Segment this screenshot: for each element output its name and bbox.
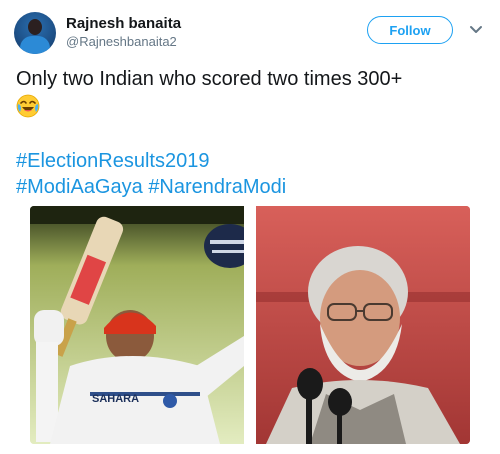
media-image-left[interactable]: SAHARA [30,206,244,444]
jersey-text: SAHARA [92,393,139,405]
face-with-tears-of-joy-icon [16,94,40,125]
hashtag-narendra-modi[interactable]: #NarendraModi [148,176,286,198]
avatar-head [28,19,42,35]
follow-button-label: Follow [389,22,431,38]
tweet-card: Rajnesh banaita @Rajneshbanaita2 Follow … [0,0,500,454]
speaker-illustration [256,206,470,444]
user-handle[interactable]: @Rajneshbanaita2 [66,34,177,49]
hashtag-election-results[interactable]: #ElectionResults2019 [16,150,209,172]
avatar-body [20,36,50,54]
hashtag-modi-aa-gaya[interactable]: #ModiAaGaya [16,176,143,198]
hashtags: #ElectionResults2019 #ModiAaGaya #Narend… [16,148,486,200]
media-image-right[interactable] [256,206,470,444]
tweet-text: Only two Indian who scored two times 300… [16,66,486,125]
hashtag-line-1: #ElectionResults2019 [16,148,486,174]
avatar[interactable] [14,12,56,54]
cricketer-illustration: SAHARA [30,206,244,444]
chevron-down-icon[interactable] [468,22,484,38]
tweet-text-content: Only two Indian who scored two times 300… [16,68,403,90]
user-name[interactable]: Rajnesh banaita [66,15,181,32]
hashtag-line-2: #ModiAaGaya #NarendraModi [16,174,486,200]
follow-button[interactable]: Follow [367,16,453,44]
